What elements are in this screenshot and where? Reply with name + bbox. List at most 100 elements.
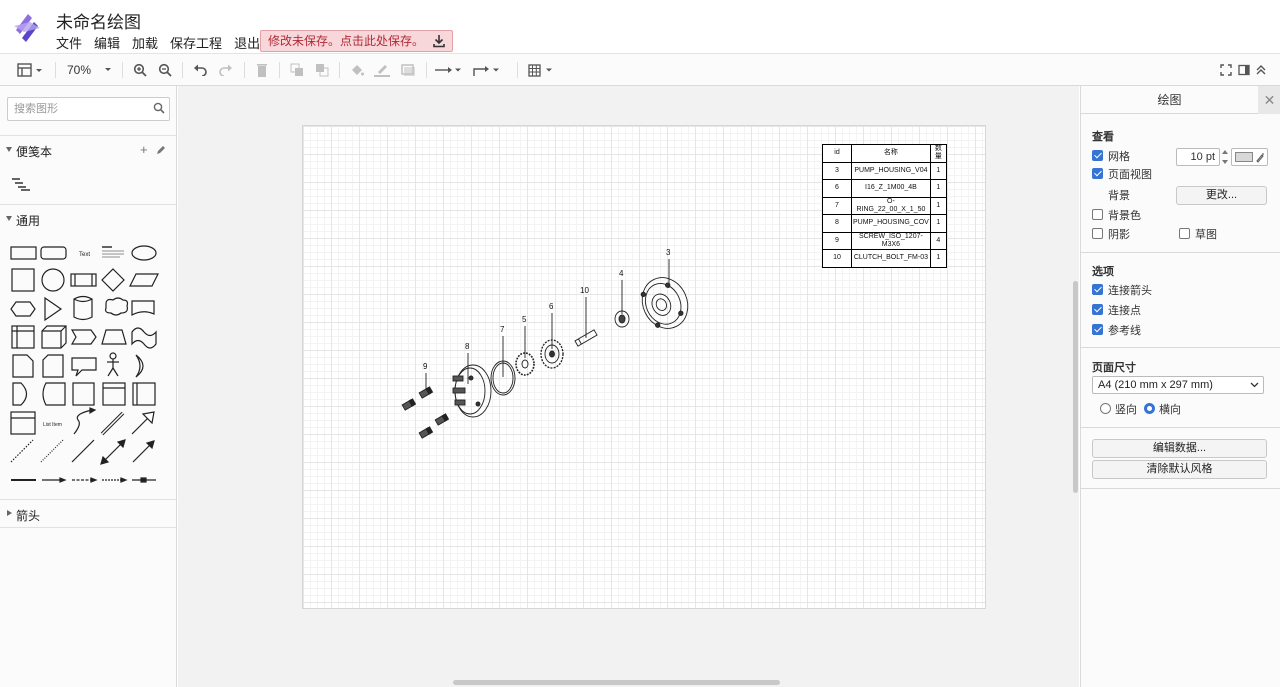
- shadow-button[interactable]: [400, 60, 416, 80]
- vertical-scrollbar[interactable]: [1073, 281, 1078, 493]
- callout-10: 10: [580, 286, 589, 295]
- waypoints-button[interactable]: [472, 60, 502, 80]
- section-scratchpad-label: 便笺本: [16, 145, 53, 159]
- callout-5: 5: [522, 315, 527, 324]
- shape-search-input[interactable]: 搜索图形: [7, 97, 170, 121]
- landscape-radio-button[interactable]: [1144, 403, 1155, 414]
- table-icon: [528, 64, 552, 77]
- search-placeholder: 搜索图形: [14, 103, 58, 115]
- section-general-label: 通用: [16, 214, 41, 228]
- unsaved-changes-alert[interactable]: 修改未保存。点击此处保存。: [260, 30, 454, 52]
- zoom-in-icon: [133, 63, 147, 77]
- table-button[interactable]: [527, 60, 557, 80]
- shadow-checkbox-box[interactable]: [1092, 228, 1103, 239]
- grid-checkbox-box[interactable]: [1092, 150, 1103, 161]
- close-icon[interactable]: ✕: [1258, 86, 1280, 114]
- download-icon: [433, 35, 445, 48]
- general-shapes-palette[interactable]: Text List Item: [8, 242, 168, 492]
- zoom-out-icon: [158, 63, 172, 77]
- edit-icon[interactable]: [156, 145, 166, 155]
- portrait-radio-button[interactable]: [1100, 403, 1111, 414]
- menu-file[interactable]: 文件: [56, 33, 88, 52]
- fill-color-button[interactable]: [349, 60, 365, 80]
- section-general[interactable]: 通用: [0, 204, 177, 232]
- change-background-button[interactable]: 更改...: [1176, 186, 1267, 205]
- zoom-out-button[interactable]: [157, 60, 173, 80]
- portrait-radio[interactable]: 竖向: [1100, 403, 1137, 417]
- diagram-page[interactable]: id 名称 数量 3 PUMP_HOUSING_V04 1 6 I16_Z_1M00_…: [302, 125, 986, 609]
- background-label: 背景: [1108, 190, 1130, 202]
- menu-edit[interactable]: 编辑: [94, 33, 126, 52]
- unsaved-changes-text: 修改未保存。点击此处保存。: [268, 34, 425, 48]
- menu-load[interactable]: 加载: [132, 33, 164, 52]
- delete-button[interactable]: [254, 60, 270, 80]
- section-arrows-label: 箭头: [16, 509, 41, 523]
- page-view-checkbox-box[interactable]: [1092, 168, 1103, 179]
- layout-panel-icon: [17, 63, 42, 77]
- view-heading: 查看: [1092, 131, 1114, 143]
- connection-style-button[interactable]: [434, 60, 464, 80]
- background-color-checkbox-box[interactable]: [1092, 209, 1103, 220]
- grid-size-input[interactable]: 10 pt: [1176, 148, 1220, 166]
- to-back-button[interactable]: [314, 60, 330, 80]
- svg-text:List Item: List Item: [43, 422, 62, 428]
- connection-arrows-checkbox-box[interactable]: [1092, 284, 1103, 295]
- format-panel: 绘图 ✕ 查看 网格 10 pt 页面视图 背景 更改... 背景色 阴影 草图…: [1080, 86, 1280, 687]
- line-color-button[interactable]: [374, 60, 390, 80]
- page-size-select[interactable]: A4 (210 mm x 297 mm): [1092, 376, 1264, 394]
- arrow-right-icon: [435, 67, 461, 73]
- grid-color-button[interactable]: [1231, 148, 1268, 166]
- clear-default-style-button[interactable]: 清除默认风格: [1092, 460, 1267, 479]
- connection-arrows-checkbox[interactable]: 连接箭头: [1092, 284, 1152, 298]
- exploded-assembly-drawing[interactable]: 3 4 10 6 5 7 8 9: [303, 126, 987, 610]
- to-front-icon: [290, 63, 303, 76]
- redo-button[interactable]: [218, 60, 234, 80]
- horizontal-scrollbar[interactable]: [453, 680, 780, 685]
- scratchpad-tree-icon[interactable]: [11, 177, 31, 191]
- page-size-heading: 页面尺寸: [1092, 362, 1136, 374]
- sketch-checkbox-box[interactable]: [1179, 228, 1190, 239]
- fullscreen-icon: [1220, 64, 1232, 76]
- chevron-down-icon: [1250, 382, 1259, 388]
- edit-data-button[interactable]: 编辑数据...: [1092, 439, 1267, 458]
- undo-button[interactable]: [192, 60, 208, 80]
- document-title[interactable]: 未命名绘图: [56, 8, 141, 33]
- callout-6: 6: [549, 302, 554, 311]
- to-front-button[interactable]: [289, 60, 305, 80]
- options-heading: 选项: [1092, 266, 1114, 278]
- grid-size-stepper[interactable]: [1221, 148, 1229, 166]
- chevron-down-icon: [105, 68, 112, 71]
- callout-4: 4: [619, 269, 624, 278]
- pencil-icon: [374, 65, 390, 77]
- sketch-checkbox[interactable]: 草图: [1179, 228, 1217, 242]
- add-icon[interactable]: +: [140, 142, 148, 157]
- zoom-select[interactable]: 70%: [62, 60, 114, 80]
- toolbar: 70%: [0, 54, 1280, 86]
- guides-checkbox[interactable]: 参考线: [1092, 324, 1141, 338]
- section-scratchpad[interactable]: 便笺本 +: [0, 135, 177, 163]
- fullscreen-button[interactable]: [1219, 60, 1233, 80]
- callout-7: 7: [500, 325, 505, 334]
- menu-save-project[interactable]: 保存工程: [170, 33, 228, 52]
- diagram-canvas[interactable]: id 名称 数量 3 PUMP_HOUSING_V04 1 6 I16_Z_1M00_…: [178, 86, 1079, 687]
- guides-checkbox-box[interactable]: [1092, 324, 1103, 335]
- background-color-checkbox[interactable]: 背景色: [1092, 209, 1141, 223]
- landscape-radio[interactable]: 横向: [1144, 403, 1181, 417]
- section-arrows[interactable]: 箭头: [0, 499, 177, 527]
- zoom-in-button[interactable]: [132, 60, 148, 80]
- connection-points-checkbox-box[interactable]: [1092, 304, 1103, 315]
- collapse-button[interactable]: [1254, 60, 1268, 80]
- connection-points-checkbox[interactable]: 连接点: [1092, 304, 1141, 318]
- page-view-checkbox[interactable]: 页面视图: [1092, 168, 1152, 182]
- format-panel-toggle[interactable]: [1237, 60, 1251, 80]
- shadow-checkbox[interactable]: 阴影: [1092, 228, 1130, 242]
- shape-sidebar: 搜索图形 便笺本 + 通用 Text List Item 箭头: [0, 86, 177, 687]
- format-panel-title[interactable]: 绘图: [1081, 86, 1258, 114]
- sidebar-right-icon: [1238, 64, 1250, 76]
- shadow-icon: [401, 64, 415, 76]
- search-icon[interactable]: [153, 102, 165, 114]
- view-panels-button[interactable]: [16, 60, 46, 80]
- svg-text:Text: Text: [79, 252, 90, 258]
- undo-icon: [194, 64, 207, 76]
- grid-checkbox[interactable]: 网格: [1092, 150, 1130, 164]
